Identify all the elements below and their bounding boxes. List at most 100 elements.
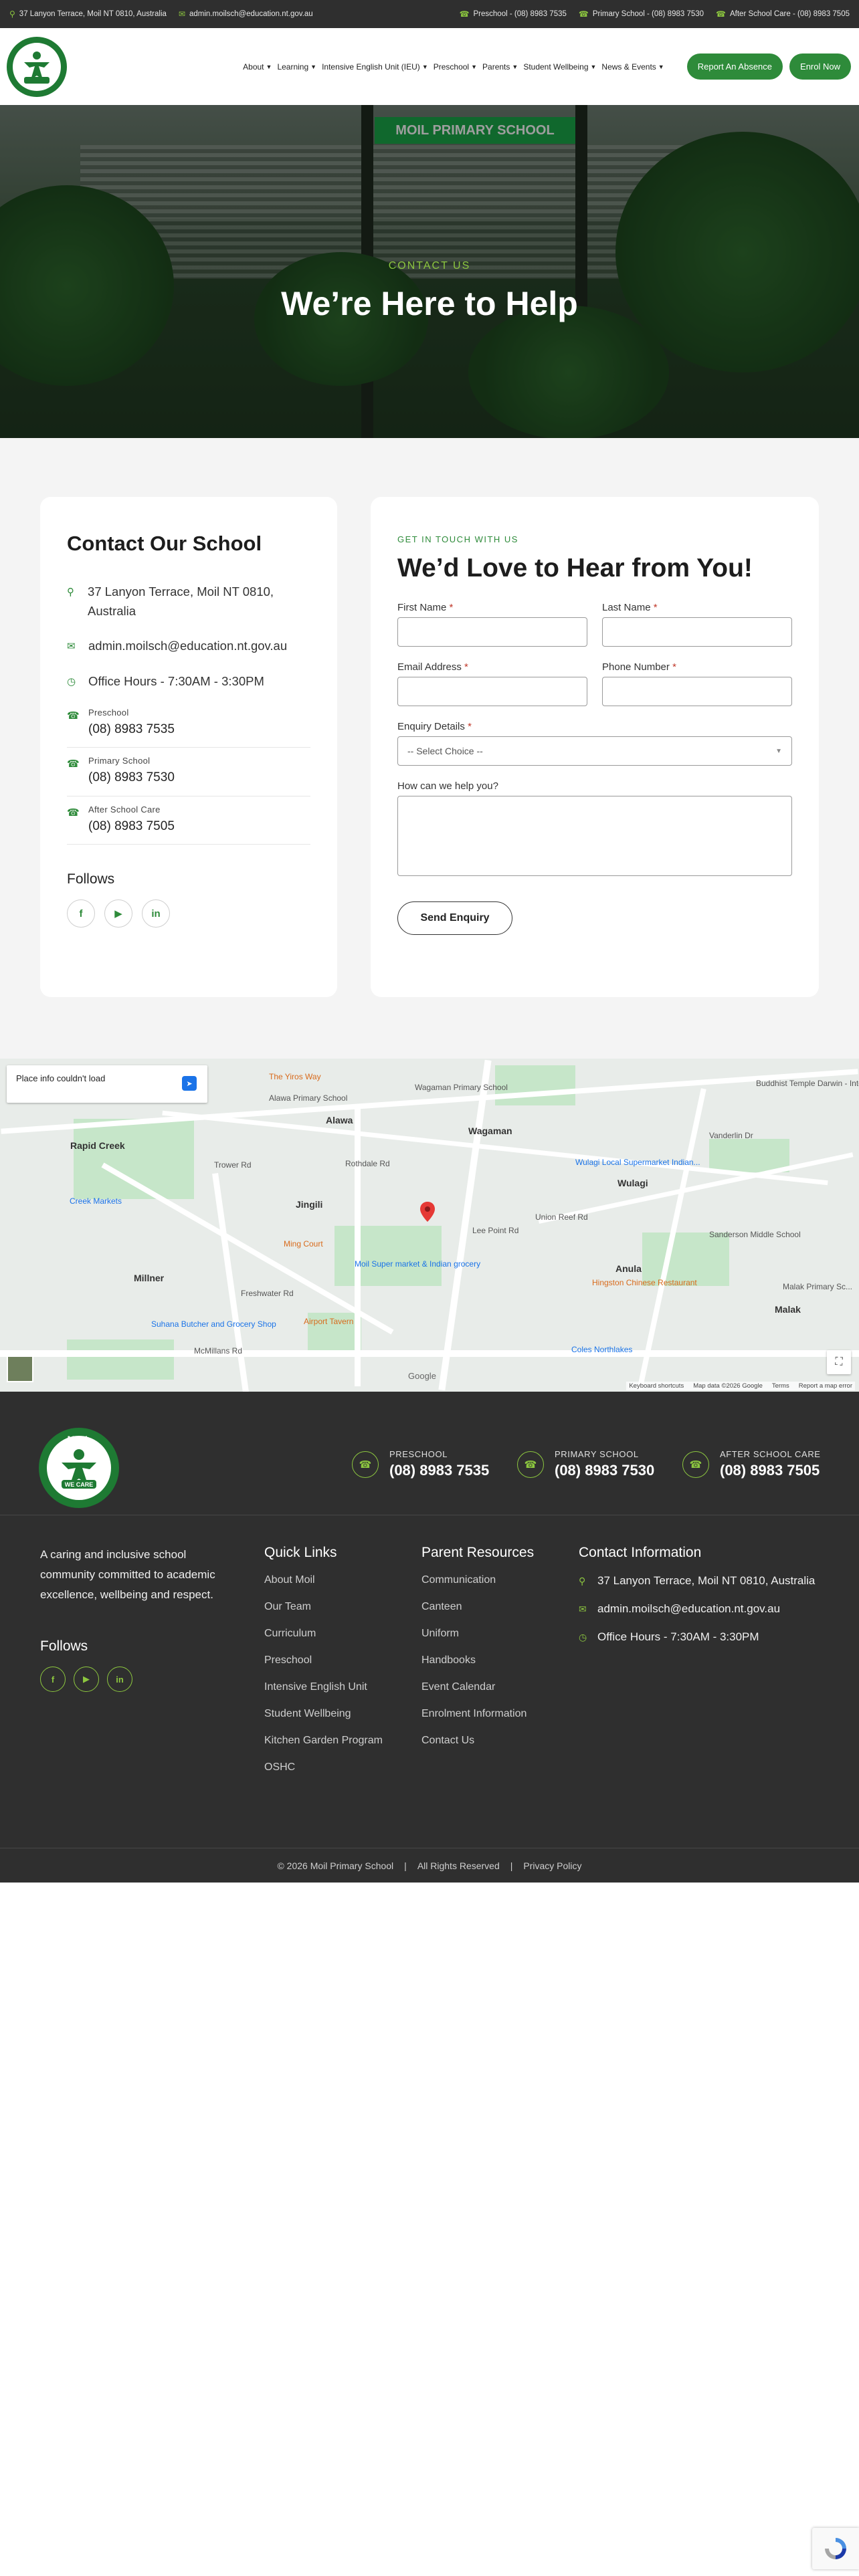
- email-input[interactable]: [397, 677, 587, 706]
- footer-link[interactable]: Handbooks: [421, 1654, 534, 1667]
- footer-phone-preschool[interactable]: ☎ PRESCHOOL (08) 8983 7535: [352, 1449, 489, 1479]
- nav-student-wellbeing[interactable]: Student Wellbeing ▼: [520, 62, 599, 72]
- topbar-phone-osch[interactable]: ☎ After School Care - (08) 8983 7505: [716, 9, 850, 19]
- footer-link[interactable]: About Moil: [264, 1574, 383, 1586]
- mail-icon: ✉: [67, 641, 76, 653]
- clock-icon: ◷: [67, 676, 76, 688]
- topbar-phone-preschool[interactable]: ☎ Preschool - (08) 8983 7535: [460, 9, 567, 19]
- svg-text:WE CARE: WE CARE: [65, 1481, 94, 1488]
- phone-icon: ☎: [716, 9, 726, 19]
- footer-bottom-bar: © 2026 Moil Primary School | All Rights …: [0, 1848, 859, 1883]
- enquiry-form-card: GET IN TOUCH WITH US We’d Love to Hear f…: [371, 497, 819, 997]
- nav-preschool[interactable]: Preschool ▼: [431, 62, 480, 72]
- chevron-down-icon: ▼: [658, 63, 664, 70]
- main-nav: About ▼ Learning ▼ Intensive English Unit …: [240, 62, 667, 72]
- chevron-down-icon: ▼: [512, 63, 518, 70]
- message-textarea[interactable]: [397, 796, 792, 876]
- form-eyebrow: GET IN TOUCH WITH US: [397, 534, 518, 544]
- footer-link[interactable]: Event Calendar: [421, 1681, 534, 1693]
- chevron-down-icon: ▼: [310, 63, 317, 70]
- contact-email[interactable]: ✉ admin.moilsch@education.nt.gov.au: [67, 629, 310, 664]
- parent-resources-title: Parent Resources: [421, 1545, 535, 1560]
- footer-phone-primary[interactable]: ☎ PRIMARY SCHOOL (08) 8983 7530: [517, 1449, 654, 1479]
- satellite-toggle[interactable]: [7, 1356, 33, 1382]
- linkedin-icon[interactable]: in: [142, 899, 170, 928]
- map-attribution: Keyboard shortcuts Map data ©2026 Google…: [626, 1382, 855, 1390]
- enrol-now-button[interactable]: Enrol Now: [789, 53, 851, 80]
- email-label: Email Address: [397, 661, 462, 673]
- google-map[interactable]: Rapid Creek Alawa Wagaman Jingili Wulagi…: [0, 1059, 859, 1392]
- topbar-email[interactable]: ✉ admin.moilsch@education.nt.gov.au: [179, 9, 313, 19]
- footer-link[interactable]: Contact Us: [421, 1735, 534, 1747]
- footer-link[interactable]: Student Wellbeing: [264, 1708, 383, 1720]
- footer-link[interactable]: OSHC: [264, 1761, 383, 1774]
- youtube-icon[interactable]: ▶: [104, 899, 132, 928]
- recaptcha-badge[interactable]: [812, 2528, 859, 2569]
- nav-learning[interactable]: Learning ▼: [274, 62, 319, 72]
- footer-link[interactable]: Intensive English Unit: [264, 1681, 383, 1693]
- contact-info-card: Contact Our School ⚲ 37 Lanyon Terrace, …: [40, 497, 337, 997]
- enquiry-select[interactable]: -- Select Choice -- ▼: [397, 736, 792, 766]
- terms-link[interactable]: Terms: [772, 1382, 789, 1390]
- footer-email[interactable]: ✉ admin.moilsch@education.nt.gov.au: [579, 1602, 815, 1616]
- facebook-icon[interactable]: f: [40, 1667, 66, 1692]
- phone-icon: ☎: [352, 1451, 379, 1478]
- chevron-down-icon: ▼: [590, 63, 597, 70]
- map-data-text: Map data ©2026 Google: [693, 1382, 763, 1390]
- chevron-down-icon: ▼: [421, 63, 428, 70]
- directions-icon[interactable]: ➤: [182, 1076, 197, 1091]
- facebook-icon[interactable]: f: [67, 899, 95, 928]
- footer-about-text: A caring and inclusive school community …: [40, 1548, 215, 1601]
- nav-parents[interactable]: Parents ▼: [480, 62, 520, 72]
- contact-phone-osch[interactable]: ☎ After School Care (08) 8983 7505: [67, 796, 310, 845]
- last-name-label: Last Name: [602, 602, 651, 613]
- youtube-icon[interactable]: ▶: [74, 1667, 99, 1692]
- footer-link[interactable]: Uniform: [421, 1628, 534, 1640]
- location-pin-icon: ⚲: [579, 1575, 586, 1586]
- footer-link[interactable]: Communication: [421, 1574, 534, 1586]
- footer-link[interactable]: Preschool: [264, 1654, 383, 1667]
- report-map-error-link[interactable]: Report a map error: [799, 1382, 852, 1390]
- contact-hours: ◷ Office Hours - 7:30AM - 3:30PM: [67, 664, 310, 700]
- hero-eyebrow: CONTACT US: [388, 260, 471, 272]
- mail-icon: ✉: [579, 1603, 587, 1614]
- contact-address: ⚲ 37 Lanyon Terrace, Moil NT 0810, Austr…: [67, 584, 274, 618]
- form-title: We’d Love to Hear from You!: [397, 554, 753, 582]
- phone-input[interactable]: [602, 677, 792, 706]
- recaptcha-icon: [825, 2538, 846, 2559]
- contact-phone-primary[interactable]: ☎ Primary School (08) 8983 7530: [67, 748, 310, 796]
- footer-logo[interactable]: MOIL WE CARE: [37, 1426, 120, 1509]
- enquiry-label: Enquiry Details: [397, 721, 465, 732]
- phone-icon: ☎: [682, 1451, 709, 1478]
- first-name-input[interactable]: [397, 617, 587, 647]
- fullscreen-icon[interactable]: ⛶: [827, 1350, 851, 1374]
- map-pin-icon[interactable]: [420, 1202, 435, 1222]
- svg-text:MOIL: MOIL: [68, 1434, 91, 1444]
- follows-heading: Follows: [67, 871, 115, 887]
- footer-follows-heading: Follows: [40, 1638, 88, 1654]
- hero-banner: MOIL PRIMARY SCHOOL CONTACT US We’re Her…: [0, 105, 859, 438]
- phone-icon: ☎: [67, 710, 80, 722]
- last-name-input[interactable]: [602, 617, 792, 647]
- footer-link[interactable]: Our Team: [264, 1601, 383, 1613]
- footer-parent-resources: Parent Resources Communication Canteen U…: [421, 1545, 534, 1761]
- footer-phone-osch[interactable]: ☎ AFTER SCHOOL CARE (08) 8983 7505: [682, 1449, 821, 1479]
- nav-ieu[interactable]: Intensive English Unit (IEU) ▼: [319, 62, 431, 72]
- nav-about[interactable]: About ▼: [240, 62, 274, 72]
- topbar-phone-primary[interactable]: ☎ Primary School - (08) 8983 7530: [579, 9, 704, 19]
- keyboard-shortcuts-link[interactable]: Keyboard shortcuts: [629, 1382, 684, 1390]
- school-logo[interactable]: [5, 35, 68, 98]
- footer-link[interactable]: Curriculum: [264, 1628, 383, 1640]
- privacy-policy-link[interactable]: Privacy Policy: [523, 1860, 581, 1871]
- footer-link[interactable]: Canteen: [421, 1601, 534, 1613]
- message-label: How can we help you?: [397, 780, 498, 792]
- report-absence-button[interactable]: Report An Absence: [686, 53, 783, 80]
- linkedin-icon[interactable]: in: [107, 1667, 132, 1692]
- topbar-address[interactable]: ⚲ 37 Lanyon Terrace, Moil NT 0810, Austr…: [9, 9, 167, 19]
- footer-link[interactable]: Enrolment Information: [421, 1708, 534, 1720]
- send-enquiry-button[interactable]: Send Enquiry: [397, 901, 512, 935]
- contact-phone-preschool[interactable]: ☎ Preschool (08) 8983 7535: [67, 700, 310, 748]
- nav-news-events[interactable]: News & Events ▼: [599, 62, 666, 72]
- footer-quick-links: Quick Links About Moil Our Team Curricul…: [264, 1545, 383, 1788]
- footer-link[interactable]: Kitchen Garden Program: [264, 1735, 383, 1747]
